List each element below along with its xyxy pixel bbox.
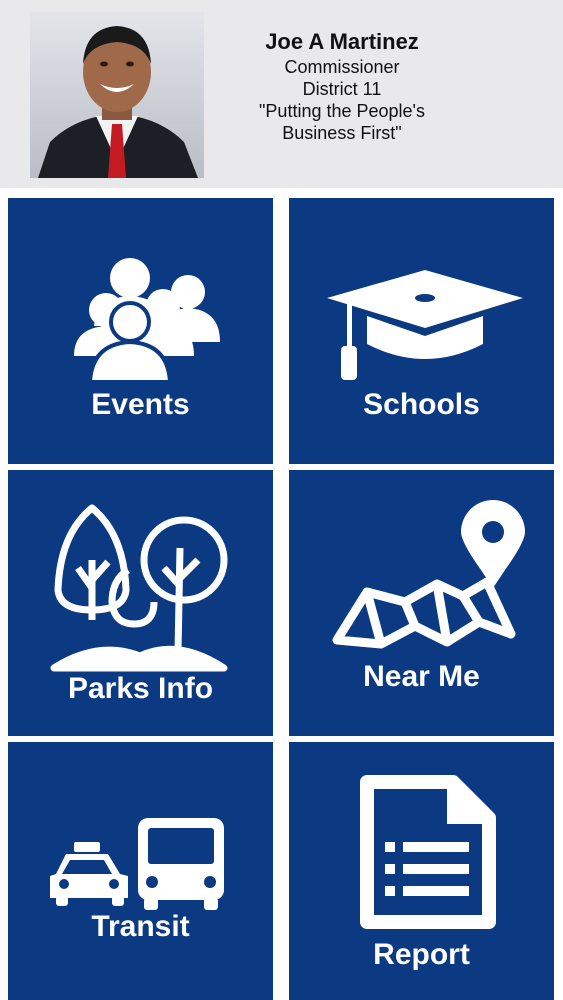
map-pin-icon <box>332 500 525 649</box>
graduation-cap-icon <box>327 270 523 380</box>
people-group-icon <box>74 258 220 384</box>
schools-label: Schools <box>363 388 480 421</box>
report-label: Report <box>373 938 470 971</box>
commissioner-district: District 11 <box>302 79 382 99</box>
commissioner-title: Commissioner <box>284 57 400 77</box>
parks-info-tile[interactable]: Parks Info <box>8 470 273 736</box>
report-tile[interactable]: Report <box>289 742 554 1000</box>
transit-label: Transit <box>91 910 190 943</box>
parks-info-label: Parks Info <box>67 672 214 705</box>
events-label: Events <box>91 388 190 421</box>
commissioner-bio: Joe A Martinez Commissioner District 11 … <box>222 28 462 144</box>
commissioner-photo <box>30 12 204 178</box>
events-tile[interactable]: Events <box>8 198 273 464</box>
slogan-line-2: Business First" <box>282 123 402 143</box>
schools-tile[interactable]: Schools <box>289 198 554 464</box>
profile-header: Joe A Martinez Commissioner District 11 … <box>0 0 563 188</box>
commissioner-name: Joe A Martinez <box>265 29 419 54</box>
near-me-tile[interactable]: Near Me <box>289 470 554 736</box>
slogan-line-1: "Putting the People's <box>259 101 425 121</box>
taxi-bus-icon <box>50 818 224 910</box>
transit-tile[interactable]: Transit <box>8 742 273 1000</box>
near-me-label: Near Me <box>363 660 480 693</box>
